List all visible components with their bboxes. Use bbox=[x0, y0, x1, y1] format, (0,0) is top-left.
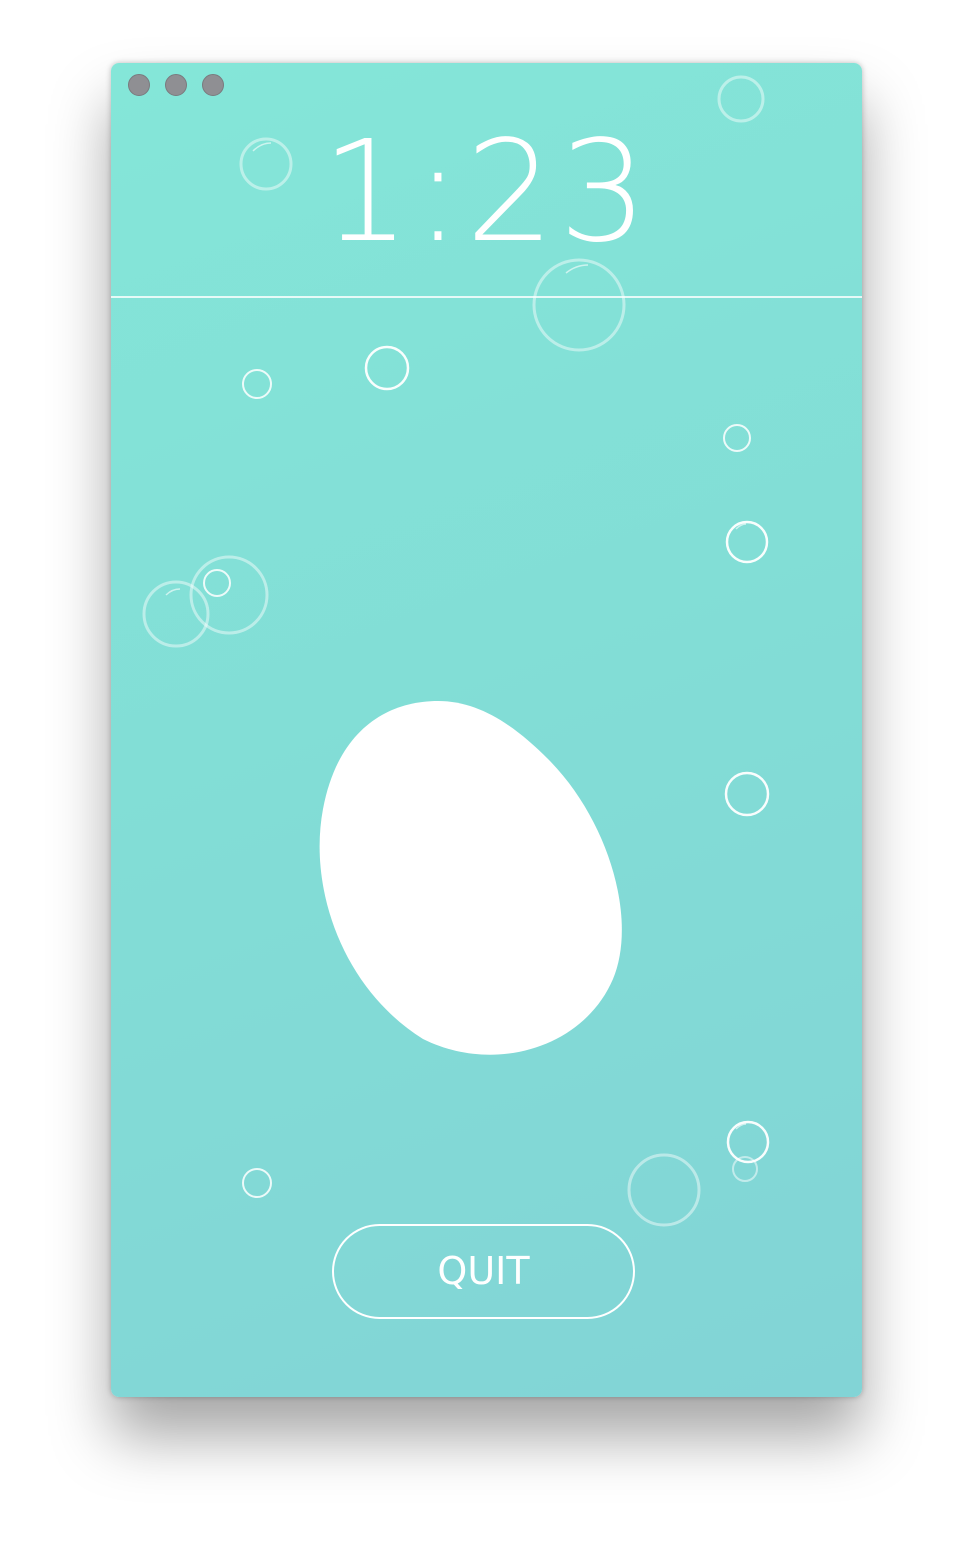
app-window: 1:23 QUIT bbox=[111, 63, 862, 1397]
zoom-window-button[interactable] bbox=[202, 74, 224, 96]
header-divider bbox=[111, 296, 862, 298]
window-controls bbox=[128, 74, 224, 96]
close-window-button[interactable] bbox=[128, 74, 150, 96]
countdown-timer: 1:23 bbox=[321, 111, 652, 274]
quit-button[interactable]: QUIT bbox=[332, 1224, 635, 1319]
minimize-window-button[interactable] bbox=[165, 74, 187, 96]
egg-icon[interactable] bbox=[318, 699, 623, 1059]
